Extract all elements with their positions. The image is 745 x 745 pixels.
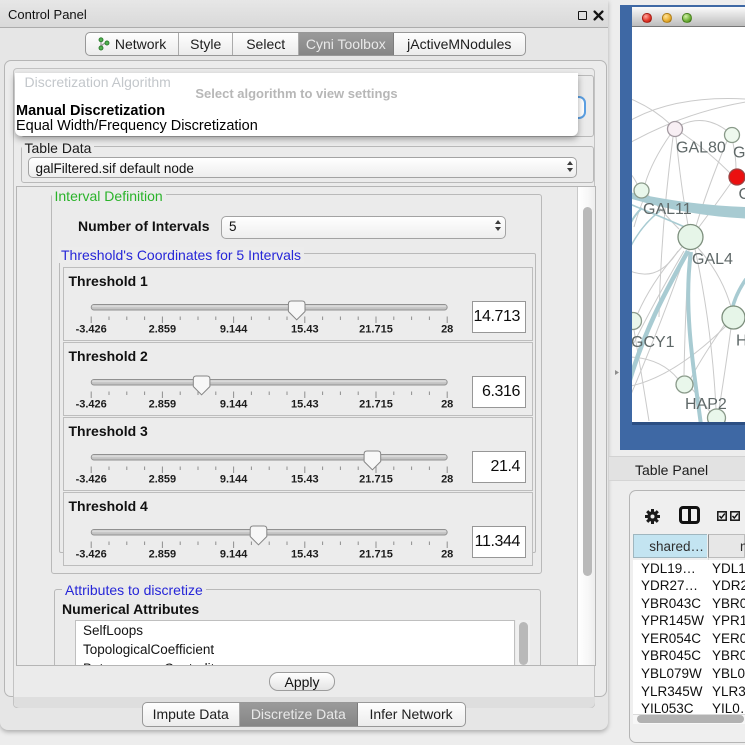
svg-text:GAL80: GAL80 bbox=[676, 140, 726, 157]
svg-text:15.43: 15.43 bbox=[291, 473, 319, 485]
svg-text:GAL: GAL bbox=[733, 145, 745, 162]
svg-text:21.715: 21.715 bbox=[359, 473, 393, 485]
svg-text:9.144: 9.144 bbox=[219, 548, 247, 560]
svg-text:GAL4: GAL4 bbox=[692, 251, 733, 268]
svg-text:15.43: 15.43 bbox=[291, 323, 319, 335]
svg-text:28: 28 bbox=[441, 398, 453, 410]
svg-text:21.715: 21.715 bbox=[359, 398, 393, 410]
svg-text:15.43: 15.43 bbox=[291, 548, 319, 560]
svg-text:2.859: 2.859 bbox=[148, 323, 176, 335]
svg-text:21.715: 21.715 bbox=[359, 548, 393, 560]
svg-text:HAP2: HAP2 bbox=[685, 396, 727, 413]
svg-text:9.144: 9.144 bbox=[219, 323, 247, 335]
svg-text:-3.426: -3.426 bbox=[75, 548, 106, 560]
svg-text:9.144: 9.144 bbox=[219, 398, 247, 410]
svg-text:-3.426: -3.426 bbox=[75, 473, 106, 485]
svg-text:GCY1: GCY1 bbox=[632, 334, 675, 351]
svg-text:15.43: 15.43 bbox=[291, 398, 319, 410]
svg-text:28: 28 bbox=[441, 548, 453, 560]
svg-text:2.859: 2.859 bbox=[148, 398, 176, 410]
svg-text:GAL11: GAL11 bbox=[643, 201, 692, 218]
svg-text:C: C bbox=[739, 186, 745, 203]
svg-text:28: 28 bbox=[441, 473, 453, 485]
svg-text:H: H bbox=[736, 333, 745, 350]
svg-text:28: 28 bbox=[441, 323, 453, 335]
svg-text:9.144: 9.144 bbox=[219, 473, 247, 485]
svg-text:21.715: 21.715 bbox=[359, 323, 393, 335]
svg-text:-3.426: -3.426 bbox=[75, 398, 106, 410]
svg-text:2.859: 2.859 bbox=[148, 548, 176, 560]
svg-text:-3.426: -3.426 bbox=[75, 323, 106, 335]
svg-text:2.859: 2.859 bbox=[148, 473, 176, 485]
